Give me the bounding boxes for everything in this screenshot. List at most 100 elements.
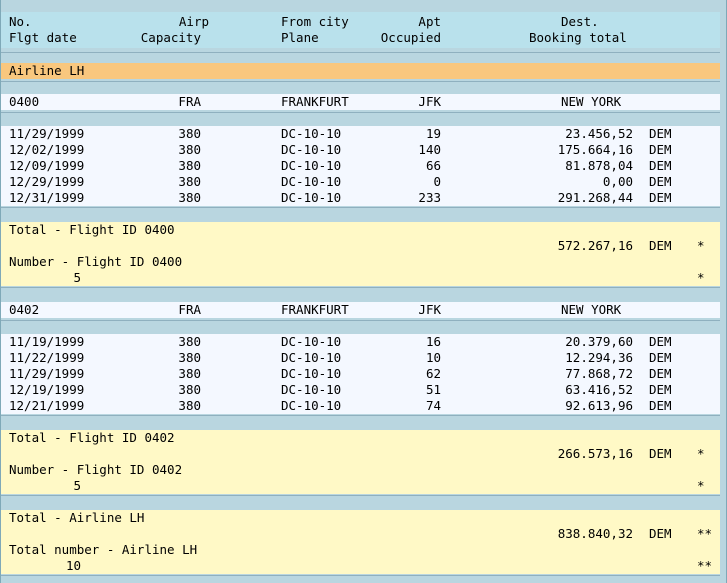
plane: DC-10-10 <box>281 366 342 381</box>
col-header-airp: Airp <box>178 14 209 29</box>
plane: DC-10-10 <box>281 126 342 141</box>
count-marker: * <box>697 478 705 493</box>
currency: DEM <box>649 190 672 205</box>
count-value-row: 5 * <box>1 478 720 494</box>
capacity: 380 <box>178 366 201 381</box>
booking-total: 291.268,44 <box>557 190 633 205</box>
city-from: FRANKFURT <box>281 302 349 317</box>
table-row[interactable]: 11/22/1999 380 DC-10-10 10 12.294,36 DEM <box>1 350 720 366</box>
occupied: 62 <box>425 366 441 381</box>
flight-id: 0402 <box>9 302 40 317</box>
airline-label: Airline LH <box>9 63 85 78</box>
grand-count-label-row: Total number - Airline LH <box>1 542 720 558</box>
occupied: 51 <box>425 382 441 397</box>
flight-date: 11/19/1999 <box>9 334 85 349</box>
capacity: 380 <box>178 142 201 157</box>
flight-date: 11/22/1999 <box>9 350 85 365</box>
flight-summary-row[interactable]: 0400 FRA FRANKFURT JFK NEW YORK <box>1 94 720 110</box>
grand-total-marker: ** <box>697 526 713 541</box>
col-header-booking-total: Booking total <box>529 30 627 45</box>
count-label-row: Number - Flight ID 0402 <box>1 462 720 478</box>
report-list: No. Airp From city Apt Dest. Flgt date C… <box>0 0 727 583</box>
table-row[interactable]: 11/19/1999 380 DC-10-10 16 20.379,60 DEM <box>1 334 720 350</box>
plane: DC-10-10 <box>281 158 342 173</box>
airline-group-header[interactable]: Airline LH <box>1 63 720 79</box>
airport-from: FRA <box>178 302 201 317</box>
table-row[interactable]: 12/21/1999 380 DC-10-10 74 92.613,96 DEM <box>1 398 720 414</box>
plane: DC-10-10 <box>281 142 342 157</box>
subtotal-value-row: 572.267,16 DEM * <box>1 238 720 254</box>
subtotal-label-row: Total - Flight ID 0400 <box>1 222 720 238</box>
currency: DEM <box>649 142 672 157</box>
flight-summary-row[interactable]: 0402 FRA FRANKFURT JFK NEW YORK <box>1 302 720 318</box>
count-label-row: Number - Flight ID 0400 <box>1 254 720 270</box>
subtotal-value-row: 266.573,16 DEM * <box>1 446 720 462</box>
city-to: NEW YORK <box>561 302 622 317</box>
flight-date: 12/21/1999 <box>9 398 85 413</box>
grand-total-label-row: Total - Airline LH <box>1 510 720 526</box>
table-row[interactable]: 11/29/1999 380 DC-10-10 19 23.456,52 DEM <box>1 126 720 142</box>
capacity: 380 <box>178 126 201 141</box>
subtotal-label: Total - Flight ID 0400 <box>9 222 175 237</box>
flight-date: 12/02/1999 <box>9 142 85 157</box>
column-header-block: No. Airp From city Apt Dest. Flgt date C… <box>1 12 720 48</box>
booking-total: 23.456,52 <box>565 126 633 141</box>
subtotal-currency: DEM <box>649 446 672 461</box>
subtotal-value: 266.573,16 <box>557 446 633 461</box>
occupied: 66 <box>425 158 441 173</box>
flight-date: 12/09/1999 <box>9 158 85 173</box>
table-row[interactable]: 11/29/1999 380 DC-10-10 62 77.868,72 DEM <box>1 366 720 382</box>
grand-total-value-row: 838.840,32 DEM ** <box>1 526 720 542</box>
flight-date: 11/29/1999 <box>9 126 85 141</box>
table-row[interactable]: 12/29/1999 380 DC-10-10 0 0,00 DEM <box>1 174 720 190</box>
booking-total: 81.878,04 <box>565 158 633 173</box>
subtotal-marker: * <box>697 238 705 253</box>
col-header-capacity: Capacity <box>140 30 201 45</box>
currency: DEM <box>649 158 672 173</box>
plane: DC-10-10 <box>281 382 342 397</box>
count-label: Number - Flight ID 0400 <box>9 254 183 269</box>
booking-total: 63.416,52 <box>565 382 633 397</box>
col-header-plane: Plane <box>281 30 319 45</box>
currency: DEM <box>649 126 672 141</box>
occupied: 0 <box>433 174 441 189</box>
occupied: 10 <box>425 350 441 365</box>
city-from: FRANKFURT <box>281 94 349 109</box>
booking-total: 12.294,36 <box>565 350 633 365</box>
currency: DEM <box>649 366 672 381</box>
occupied: 74 <box>425 398 441 413</box>
capacity: 380 <box>178 174 201 189</box>
plane: DC-10-10 <box>281 174 342 189</box>
currency: DEM <box>649 174 672 189</box>
plane: DC-10-10 <box>281 334 342 349</box>
subtotal-value: 572.267,16 <box>557 238 633 253</box>
table-row[interactable]: 12/09/1999 380 DC-10-10 66 81.878,04 DEM <box>1 158 720 174</box>
count-value: 5 <box>73 270 81 285</box>
table-row[interactable]: 12/19/1999 380 DC-10-10 51 63.416,52 DEM <box>1 382 720 398</box>
airport-to: JFK <box>418 94 441 109</box>
grand-count-label: Total number - Airline LH <box>9 542 198 557</box>
currency: DEM <box>649 382 672 397</box>
flight-date: 11/29/1999 <box>9 366 85 381</box>
currency: DEM <box>649 398 672 413</box>
airport-to: JFK <box>418 302 441 317</box>
table-row[interactable]: 12/31/1999 380 DC-10-10 233 291.268,44 D… <box>1 190 720 206</box>
grand-total-label: Total - Airline LH <box>9 510 145 525</box>
col-header-no: No. <box>9 14 32 29</box>
grand-total-currency: DEM <box>649 526 672 541</box>
occupied: 19 <box>425 126 441 141</box>
grand-count-marker: ** <box>697 558 713 573</box>
occupied: 140 <box>418 142 441 157</box>
capacity: 380 <box>178 398 201 413</box>
flight-date: 12/31/1999 <box>9 190 85 205</box>
capacity: 380 <box>178 158 201 173</box>
currency: DEM <box>649 350 672 365</box>
grand-count-value: 10 <box>65 558 81 573</box>
airport-from: FRA <box>178 94 201 109</box>
subtotal-label: Total - Flight ID 0402 <box>9 430 175 445</box>
subtotal-marker: * <box>697 446 705 461</box>
col-header-flgt-date: Flgt date <box>9 30 77 45</box>
plane: DC-10-10 <box>281 190 342 205</box>
table-row[interactable]: 12/02/1999 380 DC-10-10 140 175.664,16 D… <box>1 142 720 158</box>
count-value-row: 5 * <box>1 270 720 286</box>
